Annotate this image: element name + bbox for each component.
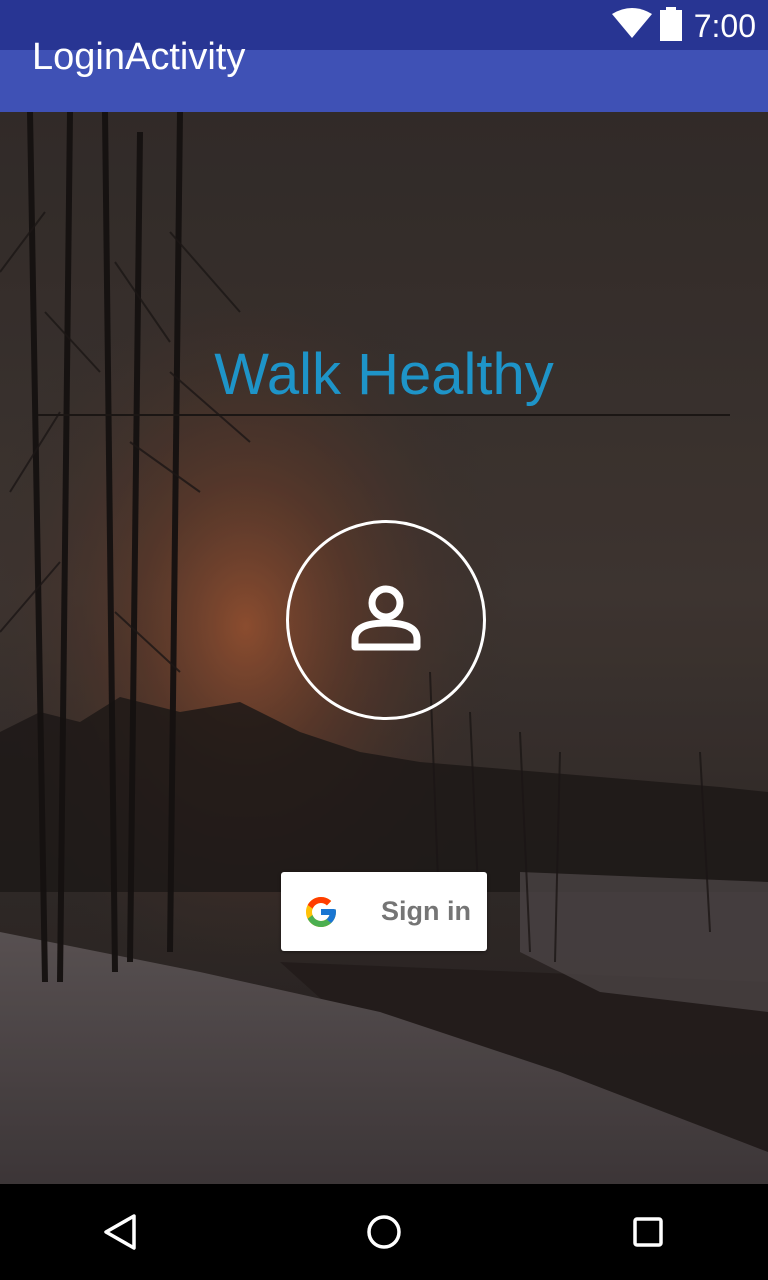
- avatar: [286, 520, 486, 720]
- google-icon: [303, 894, 339, 930]
- google-sign-in-button[interactable]: Sign in: [281, 872, 487, 951]
- battery-icon: [659, 6, 682, 46]
- login-screen: LoginActivity 7:00 Walk Healthy Sign in: [0, 0, 768, 1280]
- navigation-bar: [0, 1184, 768, 1280]
- app-title: LoginActivity: [32, 36, 246, 78]
- back-icon[interactable]: [96, 1208, 144, 1256]
- headline-divider: [38, 414, 730, 416]
- recents-icon[interactable]: [624, 1208, 672, 1256]
- wifi-icon: [611, 7, 652, 45]
- app-headline: Walk Healthy: [214, 342, 554, 407]
- person-icon: [351, 585, 421, 656]
- home-icon[interactable]: [360, 1208, 408, 1256]
- status-time: 7:00: [693, 8, 756, 44]
- login-content: Walk Healthy Sign in: [0, 112, 768, 1184]
- sign-in-label: Sign in: [381, 896, 471, 926]
